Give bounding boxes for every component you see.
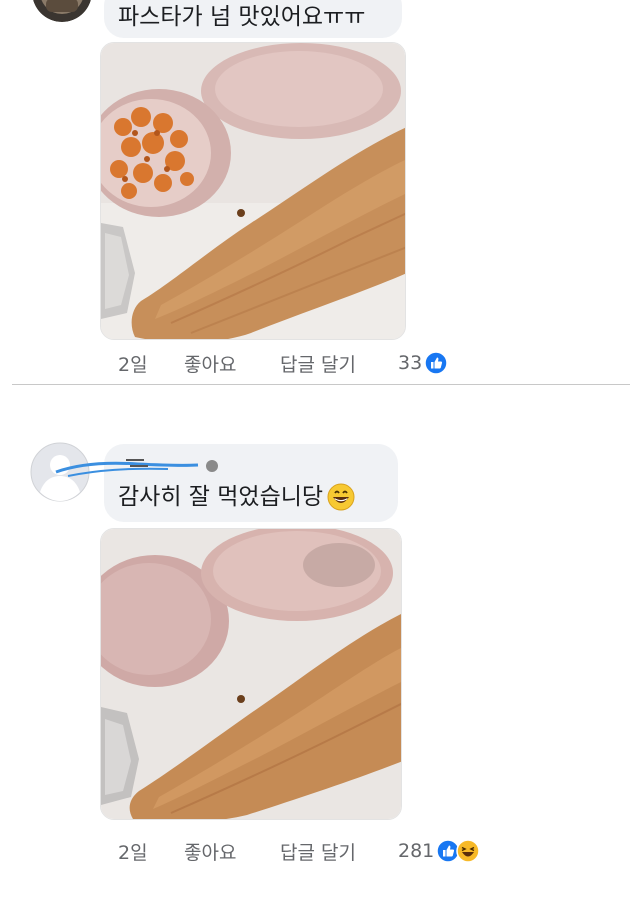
- comment-photo[interactable]: [100, 528, 402, 820]
- comment-actions: 2일 좋아요 답글 달기 281: [118, 836, 481, 866]
- comment-text-content: 감사히 잘 먹었습니당: [118, 484, 324, 510]
- commenter-avatar[interactable]: [32, 0, 92, 22]
- author-name-redacted[interactable]: [55, 454, 384, 482]
- like-icon: [424, 351, 448, 375]
- food-photo-image: [101, 43, 405, 339]
- comment-time[interactable]: 2일: [118, 838, 184, 865]
- reaction-summary[interactable]: 281: [398, 839, 481, 863]
- comment-bubble: 감사히 잘 먹었습니당: [55, 444, 398, 522]
- table-photo-image: [101, 529, 401, 819]
- comment-time[interactable]: 2일: [118, 350, 184, 377]
- comment-2: 감사히 잘 먹었습니당 2일 좋아요 답글 달기 281: [0, 390, 640, 900]
- comment-bubble: 파스타가 넘 맛있어요ㅠㅠ: [104, 0, 402, 38]
- like-link[interactable]: 좋아요: [184, 350, 280, 377]
- reaction-summary[interactable]: 33: [398, 351, 448, 375]
- comment-photo[interactable]: [100, 42, 406, 340]
- comment-text: 파스타가 넘 맛있어요ㅠㅠ: [118, 4, 366, 30]
- reply-link[interactable]: 답글 달기: [280, 350, 398, 377]
- like-link[interactable]: 좋아요: [184, 838, 280, 865]
- haha-icon: [456, 839, 481, 863]
- reaction-count: 281: [398, 840, 435, 862]
- reply-link[interactable]: 답글 달기: [280, 838, 398, 865]
- comment-1: 파스타가 넘 맛있어요ㅠㅠ 2일 좋아요 답글 달기 33: [0, 0, 640, 380]
- redaction-scribble: [55, 459, 218, 477]
- comment-text: 감사히 잘 먹었습니당: [118, 482, 384, 512]
- grinning-emoji: [327, 483, 355, 511]
- comment-actions: 2일 좋아요 답글 달기 33: [118, 348, 448, 378]
- comment-divider: [12, 384, 630, 385]
- reaction-count: 33: [398, 352, 423, 374]
- avatar-photo: [33, 0, 91, 22]
